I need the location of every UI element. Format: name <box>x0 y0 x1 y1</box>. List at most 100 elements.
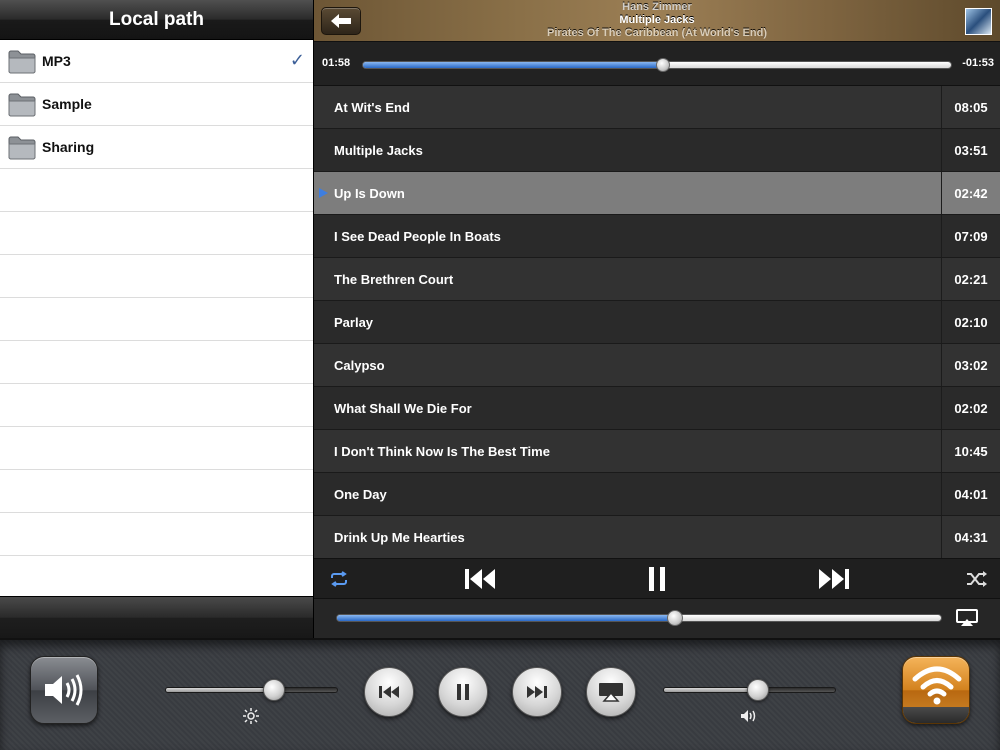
track-row[interactable]: At Wit's End 08:05 <box>314 86 1000 129</box>
track-row[interactable]: Drink Up Me Hearties 04:31 <box>314 516 1000 559</box>
pause-button[interactable] <box>644 564 670 594</box>
album-title: Pirates Of The Caribbean (At World's End… <box>547 27 767 39</box>
wifi-sharing-app-icon[interactable] <box>902 656 970 724</box>
empty-row <box>0 341 313 384</box>
shuffle-button[interactable] <box>964 564 990 594</box>
track-title: I See Dead People In Boats <box>334 228 501 244</box>
track-row[interactable]: Multiple Jacks 03:51 <box>314 129 1000 172</box>
folder-label: MP3 <box>42 53 71 69</box>
screen: Local path MP3 ✓ Sample Sharing Hans Zimmer… <box>0 0 1000 750</box>
progress-knob[interactable] <box>655 58 670 72</box>
system-volume-fill <box>664 688 759 692</box>
speaker-icon <box>45 674 83 706</box>
playback-scrubber: 01:58 -01:53 <box>314 42 1000 86</box>
track-title: I Don't Think Now Is The Best Time <box>334 443 550 459</box>
folder-row[interactable]: Sample <box>0 83 313 126</box>
wifi-icon <box>912 666 962 705</box>
folder-list: MP3 ✓ Sample Sharing <box>0 40 313 169</box>
volume-icon <box>741 710 756 722</box>
player-volume-knob[interactable] <box>667 610 684 626</box>
song-title: Multiple Jacks <box>619 14 695 26</box>
track-title: Parlay <box>334 314 374 330</box>
track-row[interactable]: Calypso 03:02 <box>314 344 1000 387</box>
dock-next-button[interactable] <box>512 667 562 717</box>
track-duration: 04:31 <box>941 516 1000 558</box>
track-title: At Wit's End <box>334 99 410 115</box>
app-icon-base <box>903 707 969 723</box>
empty-row <box>0 169 313 212</box>
previous-track-button[interactable] <box>462 564 498 594</box>
folder-pane-title: Local path <box>0 0 313 40</box>
dock-airplay-button[interactable] <box>586 667 636 717</box>
back-button[interactable] <box>321 7 361 35</box>
progress-slider[interactable] <box>362 58 952 72</box>
dock-pause-button[interactable] <box>438 667 488 717</box>
player-volume-fill <box>337 615 676 621</box>
track-duration: 10:45 <box>941 430 1000 472</box>
previous-track-icon <box>465 569 495 589</box>
folder-pane: Local path MP3 ✓ Sample Sharing <box>0 0 313 638</box>
airplay-icon <box>599 683 623 702</box>
mute-button[interactable] <box>30 656 98 724</box>
previous-track-icon <box>379 686 399 698</box>
album-art-thumbnail[interactable] <box>965 8 992 35</box>
system-volume-slider[interactable] <box>663 679 836 701</box>
track-duration: 02:21 <box>941 258 1000 300</box>
repeat-button[interactable] <box>326 564 352 594</box>
track-row[interactable]: One Day 04:01 <box>314 473 1000 516</box>
progress-fill <box>363 62 663 68</box>
track-row[interactable]: I Don't Think Now Is The Best Time 10:45 <box>314 430 1000 473</box>
track-title: What Shall We Die For <box>334 400 472 416</box>
folder-row[interactable]: Sharing <box>0 126 313 169</box>
track-duration: 07:09 <box>941 215 1000 257</box>
track-info: Hans Zimmer Multiple Jacks Pirates Of Th… <box>394 1 920 40</box>
player-volume-slider[interactable] <box>336 610 942 626</box>
artist-name: Hans Zimmer <box>622 1 692 13</box>
airplay-icon[interactable] <box>956 609 978 627</box>
now-playing-header: Hans Zimmer Multiple Jacks Pirates Of Th… <box>314 0 1000 42</box>
folder-icon <box>8 50 36 74</box>
track-duration: 03:02 <box>941 344 1000 386</box>
track-duration: 04:01 <box>941 473 1000 515</box>
track-duration: 02:10 <box>941 301 1000 343</box>
system-volume-knob[interactable] <box>747 679 770 701</box>
empty-row <box>0 212 313 255</box>
track-row[interactable]: What Shall We Die For 02:02 <box>314 387 1000 430</box>
next-track-icon <box>527 686 547 698</box>
elapsed-time: 01:58 <box>322 57 351 69</box>
pause-icon <box>457 684 469 700</box>
track-row[interactable]: Parlay 02:10 <box>314 301 1000 344</box>
transport-controls <box>314 558 1000 598</box>
now-playing-indicator-icon <box>319 188 328 198</box>
folder-icon <box>8 93 36 117</box>
folder-row[interactable]: MP3 ✓ <box>0 40 313 83</box>
track-row[interactable]: The Brethren Court 02:21 <box>314 258 1000 301</box>
next-track-button[interactable] <box>816 564 852 594</box>
track-duration: 03:51 <box>941 129 1000 171</box>
track-row[interactable]: I See Dead People In Boats 07:09 <box>314 215 1000 258</box>
brightness-slider[interactable] <box>165 679 338 701</box>
remaining-time: -01:53 <box>962 57 994 69</box>
folder-icon <box>8 136 36 160</box>
empty-row <box>0 255 313 298</box>
track-row[interactable]: Up Is Down 02:42 <box>314 172 1000 215</box>
multitask-bar <box>0 638 1000 750</box>
empty-row <box>0 427 313 470</box>
dock-previous-button[interactable] <box>364 667 414 717</box>
track-title: Up Is Down <box>334 185 405 201</box>
track-title: One Day <box>334 486 387 502</box>
track-title: Calypso <box>334 357 385 373</box>
track-title: Drink Up Me Hearties <box>334 529 465 545</box>
folder-label: Sharing <box>42 139 95 155</box>
back-arrow-icon <box>331 14 351 28</box>
folder-pane-toolbar <box>0 596 313 638</box>
track-duration: 02:02 <box>941 387 1000 429</box>
track-title: Multiple Jacks <box>334 142 423 158</box>
brightness-knob[interactable] <box>262 679 285 701</box>
checkmark-icon: ✓ <box>289 50 305 70</box>
track-title: The Brethren Court <box>334 271 454 287</box>
brightness-icon <box>243 708 259 724</box>
folder-label: Sample <box>42 96 92 112</box>
empty-row <box>0 470 313 513</box>
empty-row <box>0 384 313 427</box>
